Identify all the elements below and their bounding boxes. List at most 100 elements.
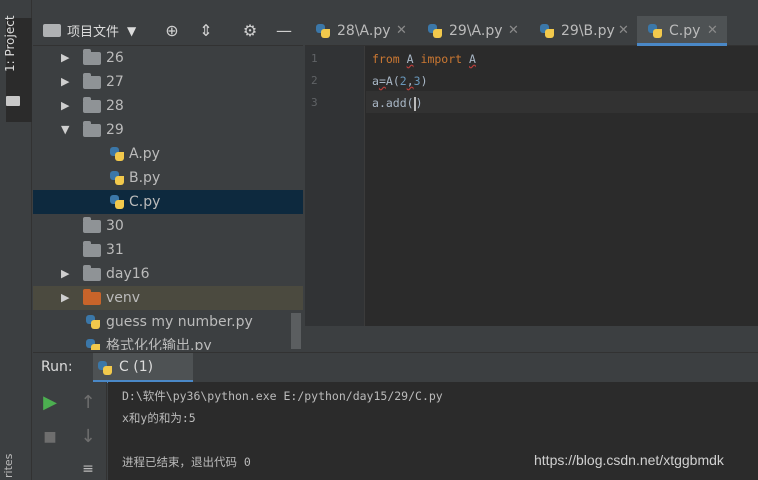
tree-item-label: 27 — [106, 74, 124, 90]
folder-icon — [83, 241, 101, 257]
python-file-icon — [109, 170, 125, 186]
console-output[interactable]: D:\软件\py36\python.exe E:/python/day15/29… — [108, 382, 758, 480]
chevron-right-icon[interactable]: ▶ — [61, 286, 69, 310]
watermark-text: https://blog.csdn.net/xtggbmdk — [534, 452, 724, 468]
rerun-play-icon[interactable]: ▶ — [39, 392, 61, 414]
tree-item-label: 格式化化输出.py — [106, 338, 212, 350]
call-name: A — [385, 74, 393, 88]
tree-item-label: venv — [106, 290, 141, 306]
tree-item-folder-29[interactable]: ▼ 29 — [33, 118, 303, 142]
tab-29-a[interactable]: 29\A.py ✕ — [417, 16, 527, 46]
tree-item-folder-30[interactable]: 30 — [33, 214, 303, 238]
editor-bottom-bar — [305, 326, 758, 350]
run-tab-label: C (1) — [119, 359, 154, 375]
collapse-all-icon[interactable]: ⇕ — [195, 21, 217, 41]
module-name: A — [406, 52, 414, 66]
tab-c[interactable]: C.py ✕ — [637, 16, 727, 46]
close-icon[interactable]: ✕ — [618, 16, 629, 46]
tree-item-label: C.py — [129, 194, 161, 210]
chevron-down-icon[interactable]: ▼ — [127, 24, 136, 38]
python-file-icon — [427, 23, 443, 39]
down-arrow-icon[interactable]: ↓ — [77, 426, 99, 448]
tool-window-strip: 1: Project rites — [0, 0, 32, 480]
tree-item-label: 31 — [106, 242, 124, 258]
tree-item-file-format[interactable]: 格式化化输出.py — [33, 334, 303, 350]
python-file-icon — [97, 360, 113, 376]
project-tool-label[interactable]: 1: Project — [3, 15, 17, 72]
tree-item-label: 28 — [106, 98, 124, 114]
chevron-right-icon[interactable]: ▶ — [61, 70, 69, 94]
tree-item-label: 26 — [106, 50, 124, 66]
up-arrow-icon[interactable]: ↑ — [77, 392, 99, 414]
chevron-right-icon[interactable]: ▶ — [61, 46, 69, 70]
current-line-highlight — [366, 91, 758, 113]
tree-item-file-b[interactable]: B.py — [33, 166, 303, 190]
tab-label: 29\B.py — [561, 23, 615, 39]
code-line-2: a=A(2,3) — [372, 74, 428, 88]
run-tab[interactable]: C (1) — [93, 353, 193, 383]
dot: . — [378, 96, 386, 110]
tree-item-label: day16 — [106, 266, 150, 282]
scrollbar-thumb[interactable] — [291, 313, 301, 349]
stop-icon[interactable]: ■ — [39, 426, 61, 448]
paren: ( — [392, 74, 400, 88]
tree-item-folder-31[interactable]: 31 — [33, 238, 303, 262]
tab-label: 28\A.py — [337, 23, 391, 39]
folder-icon — [83, 73, 101, 89]
chevron-right-icon[interactable]: ▶ — [61, 94, 69, 118]
tree-item-file-a[interactable]: A.py — [33, 142, 303, 166]
favorites-tool-label[interactable]: rites — [2, 454, 15, 478]
tree-item-label: B.py — [129, 170, 161, 186]
tab-28-a[interactable]: 28\A.py ✕ — [305, 16, 415, 46]
close-icon[interactable]: ✕ — [707, 16, 718, 46]
close-icon[interactable]: ✕ — [396, 16, 407, 46]
hide-panel-icon[interactable]: — — [273, 21, 295, 41]
tree-item-file-c[interactable]: C.py — [33, 190, 303, 214]
python-file-icon — [315, 23, 331, 39]
keyword: import — [420, 52, 463, 66]
tree-item-label: A.py — [129, 146, 160, 162]
chevron-right-icon[interactable]: ▶ — [61, 262, 69, 286]
tree-item-folder-28[interactable]: ▶ 28 — [33, 94, 303, 118]
code-line-3: a.add() — [372, 96, 423, 111]
folder-icon — [83, 97, 101, 113]
import-name: A — [469, 52, 476, 66]
folder-icon — [83, 217, 101, 233]
tree-item-label: 30 — [106, 218, 124, 234]
operator: = — [378, 74, 386, 88]
close-icon[interactable]: ✕ — [508, 16, 519, 46]
editor-tabbar: 28\A.py ✕ 29\A.py ✕ 29\B.py ✕ C.py ✕ — [305, 16, 758, 46]
locate-target-icon[interactable]: ⊕ — [161, 21, 183, 41]
variable: a — [372, 74, 379, 88]
folder-icon — [83, 121, 101, 137]
soft-wrap-icon[interactable]: ≡ — [77, 458, 99, 480]
number: 2 — [399, 74, 407, 88]
code-editor[interactable]: 1 2 3 from A import A a=A(2,3) a.add() — [305, 46, 758, 326]
tree-item-folder-venv[interactable]: ▶ venv — [33, 286, 303, 310]
tree-item-folder-27[interactable]: ▶ 27 — [33, 70, 303, 94]
tree-item-folder-26[interactable]: ▶ 26 — [33, 46, 303, 70]
console-line: x和y的和为:5 — [122, 411, 196, 425]
console-line: 进程已结束，退出代码 0 — [122, 455, 251, 469]
line-number: 3 — [311, 96, 318, 109]
python-file-icon — [539, 23, 555, 39]
project-tree: ▶ 26 ▶ 27 ▶ 28 ▼ 29 A.py B.py C.py 30 31… — [33, 46, 303, 350]
gear-icon[interactable]: ⚙ — [239, 21, 261, 41]
chevron-down-icon[interactable]: ▼ — [61, 118, 69, 142]
project-view-selector[interactable]: 项目文件 — [67, 21, 119, 40]
tab-label: 29\A.py — [449, 23, 503, 39]
python-file-icon — [85, 314, 101, 330]
project-panel: 项目文件 ▼ ⊕ ⇕ ⚙ — ▶ 26 ▶ 27 ▶ 28 ▼ 29 A.py — [33, 16, 303, 350]
tab-29-b[interactable]: 29\B.py ✕ — [529, 16, 635, 46]
paren: ( — [406, 96, 414, 110]
tree-item-label: guess my number.py — [106, 314, 253, 330]
tree-item-folder-day16[interactable]: ▶ day16 — [33, 262, 303, 286]
folder-icon — [83, 49, 101, 65]
paren: ) — [415, 96, 423, 110]
keyword: from — [372, 52, 400, 66]
comma: , — [406, 74, 414, 88]
tree-item-file-guess[interactable]: guess my number.py — [33, 310, 303, 334]
python-file-icon — [109, 194, 125, 210]
line-number: 2 — [311, 74, 318, 87]
python-file-icon — [647, 23, 663, 39]
